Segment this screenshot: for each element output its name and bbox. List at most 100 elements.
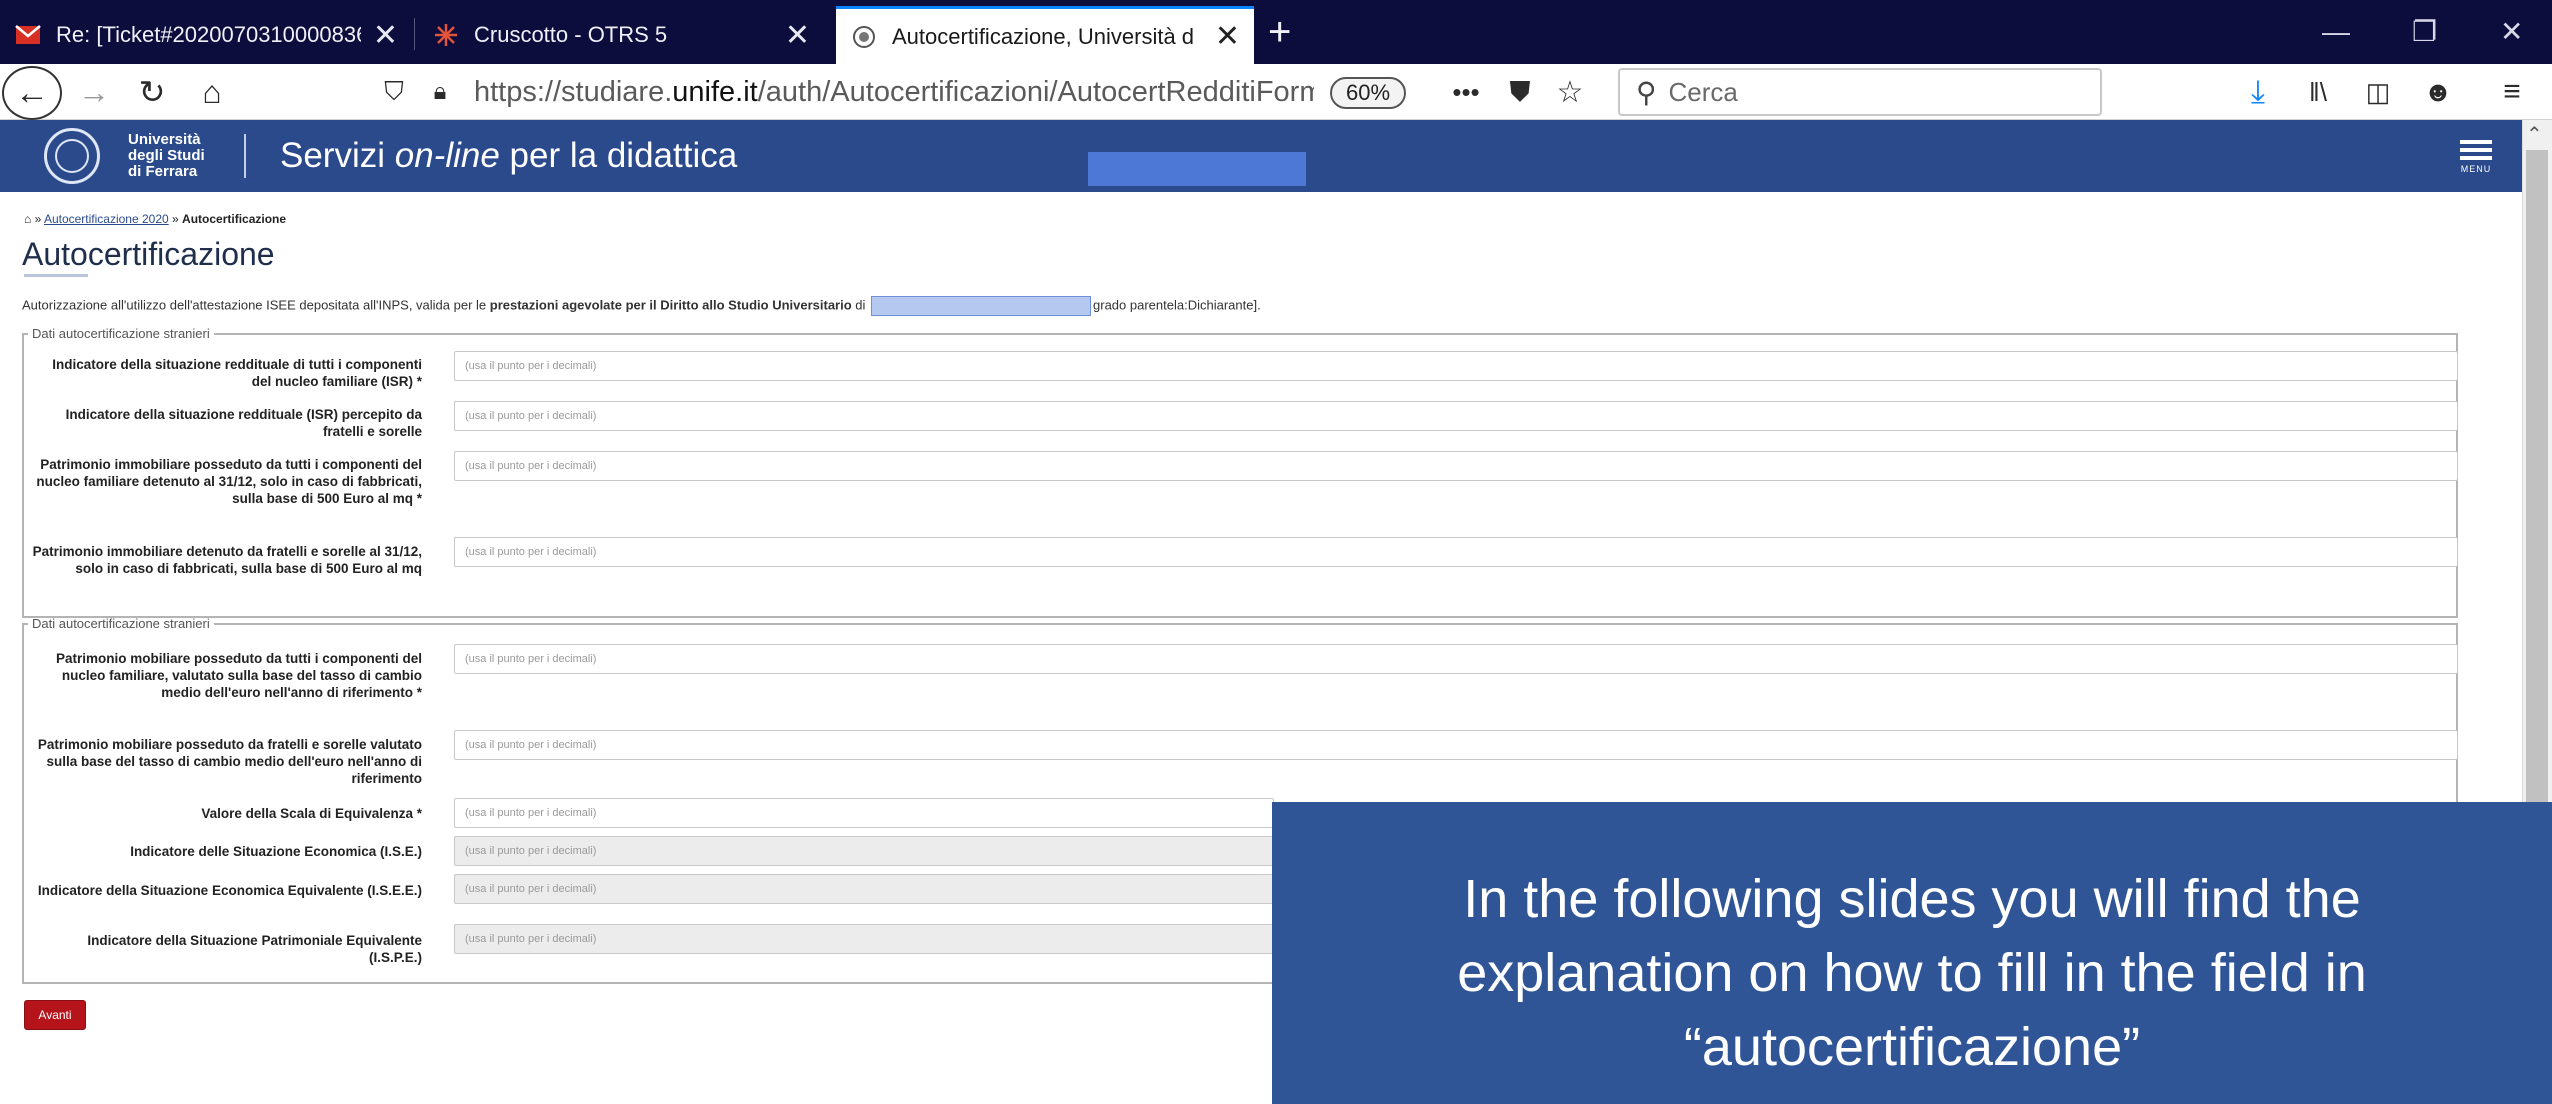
intro-mid: di xyxy=(851,297,870,313)
url-domain: unife.it xyxy=(672,75,758,108)
tab-title: Cruscotto - OTRS 5 xyxy=(474,22,668,47)
more-actions-icon[interactable]: ••• xyxy=(1446,72,1486,112)
shield-icon[interactable]: ⛉ xyxy=(376,72,412,112)
site-title: Servizi on-line per la didattica xyxy=(280,136,737,176)
patrimonio-immobiliare-nucleo-input[interactable]: (usa il punto per i decimali) xyxy=(454,451,2458,481)
patrimonio-mobiliare-nucleo-input[interactable]: (usa il punto per i decimali) xyxy=(454,644,2458,674)
patrimonio-mobiliare-fratelli-input[interactable]: (usa il punto per i decimali) xyxy=(454,730,2458,760)
menu-label: MENU xyxy=(2460,164,2492,174)
input-placeholder: (usa il punto per i decimali) xyxy=(465,460,597,472)
label-scala-equivalenza: Valore della Scala di Equivalenza * xyxy=(201,806,422,821)
site-title-pre: Servizi xyxy=(280,136,395,175)
redacted-name-box xyxy=(871,296,1092,316)
new-tab-button[interactable]: + xyxy=(1268,8,1291,56)
label-ise: Indicatore delle Situazione Economica (I… xyxy=(130,844,422,859)
uni-name-line-3: di Ferrara xyxy=(128,163,198,180)
intro-post: grado parentela:Dichiarante]. xyxy=(1093,297,1261,313)
ise-input[interactable]: (usa il punto per i decimali) xyxy=(454,836,1274,866)
search-icon: ⚲ xyxy=(1636,76,1657,108)
tab-ticket[interactable]: Re: [Ticket#2020070310000836] ✕ xyxy=(0,6,412,64)
page-title: Autocertificazione xyxy=(22,236,275,272)
breadcrumb-link[interactable]: Autocertificazione 2020 xyxy=(44,212,169,226)
intro-bold: prestazioni agevolate per il Diritto all… xyxy=(489,297,852,313)
app-menu-icon[interactable]: ≡ xyxy=(2490,72,2534,112)
scala-equivalenza-input[interactable]: (usa il punto per i decimali) xyxy=(454,798,1274,828)
university-logo-text[interactable]: Università degli Studi di Ferrara xyxy=(128,132,248,180)
home-icon[interactable]: ⌂ xyxy=(190,72,234,112)
input-placeholder: (usa il punto per i decimali) xyxy=(465,546,597,558)
tab-autocertificazione[interactable]: Autocertificazione, Università d ✕ xyxy=(836,6,1254,64)
minimize-icon[interactable]: — xyxy=(2322,10,2350,54)
account-icon[interactable]: ☻ xyxy=(2416,72,2460,112)
restore-icon[interactable]: ❐ xyxy=(2412,10,2437,54)
isr-nucleo-input[interactable]: (usa il punto per i decimali) xyxy=(454,351,2458,381)
ispe-input[interactable]: (usa il punto per i decimali) xyxy=(454,924,1274,954)
isr-fratelli-input[interactable]: (usa il punto per i decimali) xyxy=(454,401,2458,431)
input-placeholder: (usa il punto per i decimali) xyxy=(465,653,597,665)
scroll-up-icon[interactable]: ⌃ xyxy=(2526,122,2543,147)
site-title-post: per la didattica xyxy=(499,136,738,175)
input-placeholder: (usa il punto per i decimali) xyxy=(465,410,597,422)
sidebar-icon[interactable]: ◫ xyxy=(2356,72,2400,112)
input-placeholder: (usa il punto per i decimali) xyxy=(465,807,597,819)
search-input[interactable]: ⚲ Cerca xyxy=(1618,68,2102,116)
section-legend: Dati autocertificazione stranieri xyxy=(32,326,210,341)
close-icon[interactable]: ✕ xyxy=(373,18,398,53)
input-placeholder: (usa il punto per i decimali) xyxy=(465,739,597,751)
section-legend: Dati autocertificazione stranieri xyxy=(32,616,210,631)
tab-title: Re: [Ticket#2020070310000836] xyxy=(56,22,361,47)
breadcrumb-separator: » xyxy=(168,212,183,226)
download-icon[interactable]: ⤓ xyxy=(2236,72,2280,112)
label-patrimonio-mobiliare-fratelli: Patrimonio mobiliare posseduto da fratel… xyxy=(37,737,422,786)
tab-otrs[interactable]: Cruscotto - OTRS 5 ✕ xyxy=(418,6,824,64)
menu-button[interactable]: MENU xyxy=(2456,136,2496,174)
intro-text: Autorizzazione all'utilizzo dell'attesta… xyxy=(22,296,1261,316)
lock-icon: 🔒︎ xyxy=(433,78,447,105)
input-placeholder: (usa il punto per i decimali) xyxy=(465,845,597,857)
tab-separator xyxy=(414,18,415,50)
label-patrimonio-immobiliare-nucleo: Patrimonio immobiliare posseduto da tutt… xyxy=(36,457,422,506)
university-seal-icon[interactable] xyxy=(44,128,100,184)
label-ispe: Indicatore della Situazione Patrimoniale… xyxy=(87,933,422,965)
forward-icon[interactable]: → xyxy=(72,72,116,112)
pocket-icon[interactable]: ⛊ xyxy=(1500,72,1540,112)
close-icon[interactable]: ✕ xyxy=(785,18,810,53)
input-placeholder: (usa il punto per i decimali) xyxy=(465,360,597,372)
library-icon[interactable]: ǁ\ xyxy=(2296,72,2340,112)
label-patrimonio-immobiliare-fratelli: Patrimonio immobiliare detenuto da frate… xyxy=(32,544,422,576)
intro-pre: Autorizzazione all'utilizzo dell'attesta… xyxy=(22,297,490,313)
patrimonio-immobiliare-fratelli-input[interactable]: (usa il punto per i decimali) xyxy=(454,537,2458,567)
breadcrumb: ⌂ » Autocertificazione 2020 » Autocertif… xyxy=(24,212,286,226)
uni-name-line-2: degli Studi xyxy=(128,147,205,164)
uni-name-line-1: Università xyxy=(128,131,201,148)
back-icon[interactable]: ← xyxy=(2,66,62,120)
url-path: /auth/Autocertificazioni/AutocertRedditi… xyxy=(757,75,1314,108)
reload-icon[interactable]: ↻ xyxy=(130,72,174,112)
hamburger-icon xyxy=(2456,140,2496,160)
redacted-user-box xyxy=(1088,152,1306,186)
breadcrumb-separator: » xyxy=(31,212,44,226)
mail-icon xyxy=(14,21,42,49)
breadcrumb-current: Autocertificazione xyxy=(182,212,287,226)
url-text[interactable]: https://studiare.unife.it/auth/Autocerti… xyxy=(474,76,1314,109)
bookmark-star-icon[interactable]: ☆ xyxy=(1550,72,1590,112)
input-placeholder: (usa il punto per i decimali) xyxy=(465,883,597,895)
header-divider xyxy=(244,134,246,178)
site-title-italic: on-line xyxy=(394,136,500,175)
label-isr-nucleo: Indicatore della situazione reddituale d… xyxy=(52,357,422,389)
browser-tab-bar: Re: [Ticket#2020070310000836] ✕ Cruscott… xyxy=(0,0,2552,64)
slide-caption-box: In the following slides you will find th… xyxy=(1272,802,2552,1104)
title-underline xyxy=(24,274,88,277)
window-close-icon[interactable]: ✕ xyxy=(2500,10,2523,54)
avanti-button[interactable]: Avanti xyxy=(24,1000,86,1030)
close-icon[interactable]: ✕ xyxy=(1215,19,1240,54)
isee-input[interactable]: (usa il punto per i decimali) xyxy=(454,874,1274,904)
address-bar[interactable]: ⛉ 🔒︎ https://studiare.unife.it/auth/Auto… xyxy=(366,68,1586,116)
tab-title: Autocertificazione, Università d xyxy=(892,23,1195,49)
otrs-icon xyxy=(432,21,460,49)
label-patrimonio-mobiliare-nucleo: Patrimonio mobiliare posseduto da tutti … xyxy=(55,651,422,700)
search-placeholder: Cerca xyxy=(1668,76,1738,107)
browser-nav-bar: ← → ↻ ⌂ ⛉ 🔒︎ https://studiare.unife.it/a… xyxy=(0,64,2552,120)
input-placeholder: (usa il punto per i decimali) xyxy=(465,933,597,945)
zoom-badge[interactable]: 60% xyxy=(1330,77,1407,109)
